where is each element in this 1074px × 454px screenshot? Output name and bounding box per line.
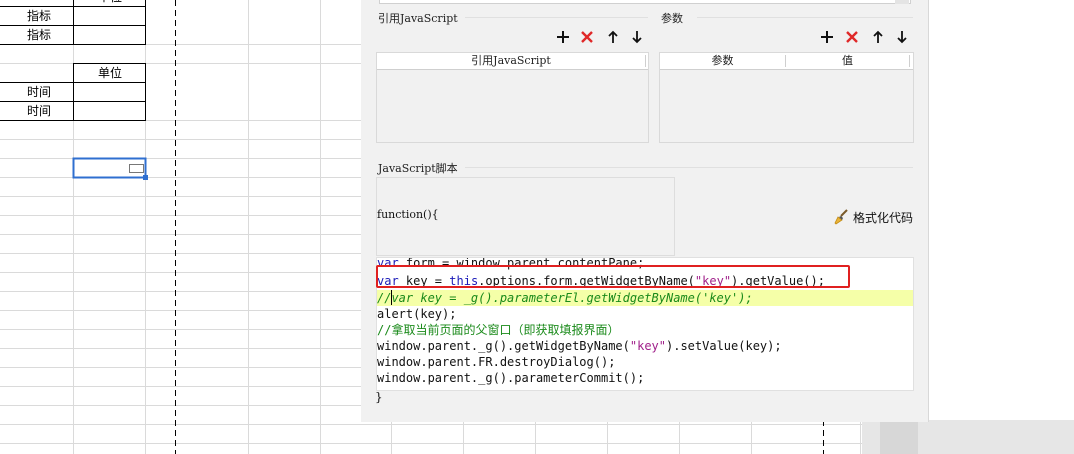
format-code-label: 格式化代码 <box>853 210 914 225</box>
param-add-icon[interactable] <box>818 28 836 46</box>
code-line-4: alert(key); <box>377 307 457 321</box>
column-divider <box>909 55 910 67</box>
cell-indicator-1[interactable]: 指标 <box>27 7 51 25</box>
param-arrow-up-icon[interactable] <box>869 28 887 46</box>
arrow-down-icon[interactable] <box>628 28 646 46</box>
code-line-8: window.parent._g().parameterCommit(); <box>377 371 645 385</box>
cell-indicator-2[interactable]: 指标 <box>27 26 51 44</box>
code-line-3: //var key = _g().parameterEl.getWidgetBy… <box>377 291 753 305</box>
delete-icon[interactable] <box>578 28 596 46</box>
parameters-separator <box>697 17 913 18</box>
text-cursor <box>391 290 392 305</box>
value-column-header[interactable]: 值 <box>786 53 909 69</box>
referenced-js-title: 引用JavaScript <box>378 12 458 25</box>
arrow-up-icon[interactable] <box>604 28 622 46</box>
cell-unit-top[interactable]: 单位 <box>98 0 122 6</box>
code-line-7: window.parent.FR.destroyDialog(); <box>377 355 616 369</box>
cell-time-1[interactable]: 时间 <box>27 83 51 101</box>
format-code-button[interactable]: 格式化代码 <box>833 208 913 226</box>
cell-unit[interactable]: 单位 <box>98 64 122 82</box>
column-divider <box>645 55 646 67</box>
parameters-table[interactable]: 参数 值 <box>659 52 914 143</box>
add-icon[interactable] <box>554 28 572 46</box>
top-scrollbar[interactable] <box>895 0 909 4</box>
broom-icon <box>833 209 849 225</box>
parameters-title: 参数 <box>661 12 683 25</box>
parameters-table-header: 参数 值 <box>660 53 913 70</box>
javascript-event-dialog: 引用JavaScript 引用JavaScript 参数 参数 值 JavaSc… <box>361 0 929 422</box>
code-line-5: //拿取当前页面的父窗口（即获取填报界面） <box>377 323 620 337</box>
referenced-js-list[interactable]: 引用JavaScript <box>376 52 649 143</box>
referenced-js-separator <box>465 17 648 18</box>
cell-time-2[interactable]: 时间 <box>27 102 51 120</box>
top-input-field[interactable] <box>379 0 911 4</box>
param-column-header[interactable]: 参数 <box>660 53 785 69</box>
function-header: function(){ <box>377 208 439 221</box>
param-arrow-down-icon[interactable] <box>893 28 911 46</box>
referenced-js-column-header[interactable]: 引用JavaScript <box>377 53 645 69</box>
closing-brace: } <box>375 390 383 404</box>
script-separator <box>465 167 913 168</box>
code-line-6: window.parent._g().getWidgetByName("key"… <box>377 339 782 353</box>
param-delete-icon[interactable] <box>843 28 861 46</box>
referenced-js-list-header: 引用JavaScript <box>377 53 648 70</box>
red-highlight-box <box>376 265 850 288</box>
javascript-script-title: JavaScript脚本 <box>378 162 458 175</box>
